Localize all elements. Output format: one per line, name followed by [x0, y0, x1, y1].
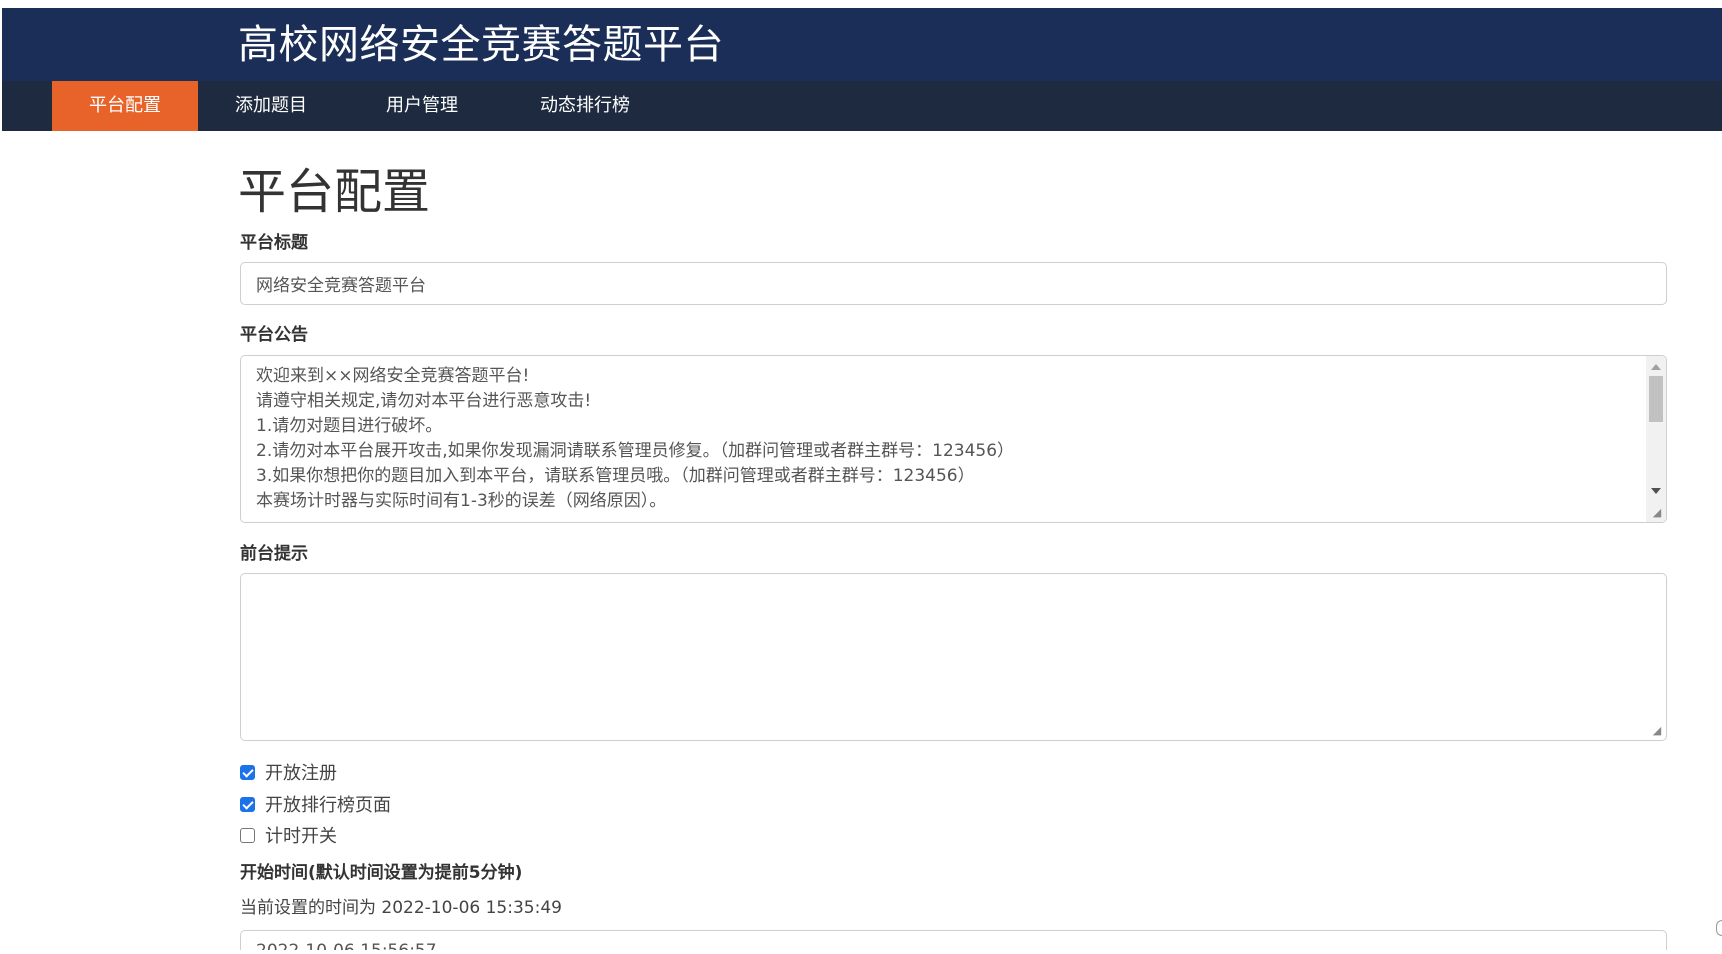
- checkbox-checked-icon[interactable]: [240, 764, 255, 780]
- current-time-text: 当前设置的时间为 2022-10-06 15:35:49: [240, 898, 562, 918]
- page-title: 平台配置: [238, 164, 431, 220]
- platform-title-label: 平台标题: [240, 233, 308, 253]
- announcement-line: 请遵守相关规定,请勿对本平台进行恶意攻击!: [256, 391, 592, 411]
- header-bar: 高校网络安全竞赛答题平台: [2, 8, 1722, 81]
- announcement-textarea[interactable]: 欢迎来到××网络安全竞赛答题平台! 请遵守相关规定,请勿对本平台进行恶意攻击! …: [240, 355, 1667, 523]
- checkbox-unchecked-icon[interactable]: [240, 827, 255, 843]
- checkbox-open-leaderboard[interactable]: 开放排行榜页面: [240, 792, 391, 816]
- checkbox-label: 开放排行榜页面: [265, 795, 391, 816]
- announcement-scrollbar[interactable]: [1646, 356, 1666, 522]
- edge-scroll-icon: [1716, 920, 1722, 936]
- start-time-input[interactable]: 2022-10-06 15:56:57: [240, 930, 1667, 950]
- nav-item-user-management[interactable]: 用户管理: [349, 81, 495, 131]
- resize-grip-icon[interactable]: ◢: [1651, 725, 1663, 737]
- nav-item-platform-config[interactable]: 平台配置: [52, 81, 198, 131]
- announcement-line: 2.请勿对本平台展开攻击,如果你发现漏洞请联系管理员修复。（加群问管理或者群主群…: [256, 441, 1015, 461]
- scroll-down-arrow-icon[interactable]: [1651, 488, 1661, 494]
- frontend-hint-label: 前台提示: [240, 544, 308, 564]
- checkbox-open-registration[interactable]: 开放注册: [240, 760, 337, 784]
- announcement-label: 平台公告: [240, 325, 308, 345]
- announcement-line: 欢迎来到××网络安全竞赛答题平台!: [256, 366, 530, 386]
- nav-bar: 平台配置 添加题目 用户管理 动态排行榜: [2, 81, 1722, 131]
- start-time-label: 开始时间(默认时间设置为提前5分钟): [240, 863, 523, 883]
- start-time-input-viewport: 2022-10-06 15:56:57: [240, 930, 1667, 950]
- announcement-text: 欢迎来到××网络安全竞赛答题平台! 请遵守相关规定,请勿对本平台进行恶意攻击! …: [256, 364, 1636, 514]
- platform-title-input[interactable]: [240, 262, 1667, 305]
- site-title: 高校网络安全竞赛答题平台: [238, 22, 724, 68]
- checkbox-label: 开放注册: [265, 763, 337, 784]
- checkbox-label: 计时开关: [265, 826, 337, 847]
- announcement-line: 本赛场计时器与实际时间有1-3秒的误差（网络原因）。: [256, 491, 667, 511]
- scroll-up-arrow-icon[interactable]: [1651, 364, 1661, 370]
- checkbox-timer-switch[interactable]: 计时开关: [240, 823, 337, 847]
- resize-grip-icon[interactable]: ◢: [1651, 507, 1663, 519]
- announcement-line: 1.请勿对题目进行破坏。: [256, 416, 443, 436]
- nav-item-add-question[interactable]: 添加题目: [198, 81, 344, 131]
- checkbox-checked-icon[interactable]: [240, 796, 255, 812]
- nav-item-dynamic-leaderboard[interactable]: 动态排行榜: [505, 81, 665, 131]
- scroll-thumb[interactable]: [1649, 376, 1663, 422]
- page-frame: 高校网络安全竞赛答题平台 平台配置 添加题目 用户管理 动态排行榜 平台配置 平…: [0, 0, 1722, 954]
- announcement-line: 3.如果你想把你的题目加入到本平台，请联系管理员哦。（加群问管理或者群主群号：1…: [256, 466, 975, 486]
- frontend-hint-textarea[interactable]: ◢: [240, 573, 1667, 741]
